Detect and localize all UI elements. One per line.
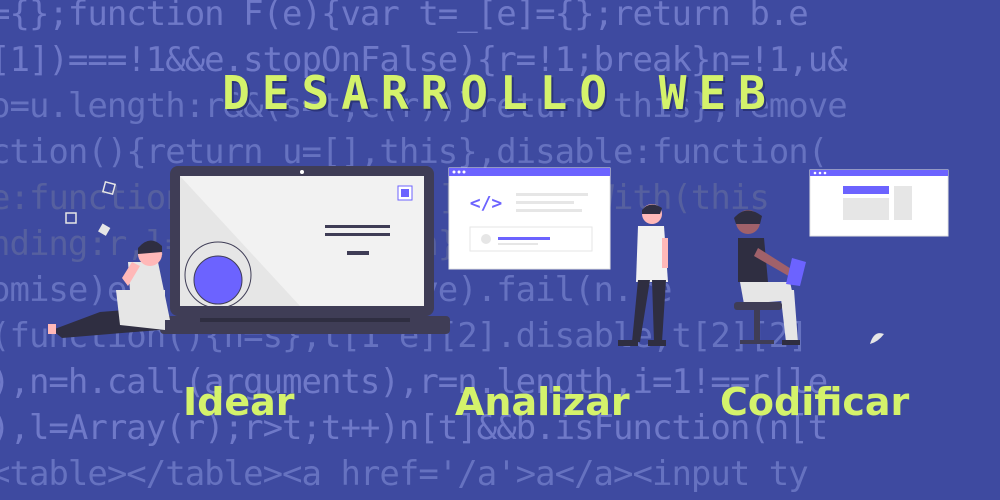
step-label-idear: Idear <box>183 380 295 424</box>
floating-squares-icon <box>65 180 117 236</box>
browser-window-2-icon <box>809 169 949 237</box>
banner: ={};function F(e){var t=_[e]={};return b… <box>0 0 1000 500</box>
code-symbol: </> <box>470 193 503 214</box>
person-standing-icon <box>618 204 668 346</box>
plant-icon <box>870 333 884 344</box>
person-reclining-icon <box>48 240 170 338</box>
laptop-icon <box>160 166 450 334</box>
browser-window-icon: </> <box>448 167 611 270</box>
step-label-codificar: Codificar <box>720 380 910 424</box>
step-label-analizar: Analizar <box>455 380 630 424</box>
page-title: DESARROLLO WEB <box>222 66 778 120</box>
person-coding-icon <box>734 210 806 345</box>
